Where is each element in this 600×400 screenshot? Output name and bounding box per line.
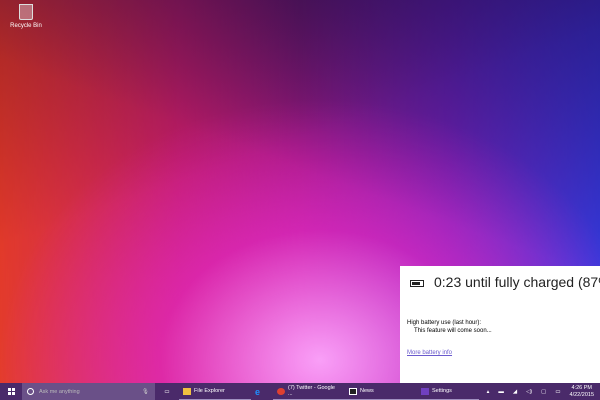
windows-icon	[7, 388, 15, 395]
system-tray: ▴ ▬ ◢ ◁) ▢ ▭ 4:26 PM 4/22/2015	[487, 385, 600, 399]
taskbar-app-file-explorer[interactable]: File Explorer	[179, 383, 251, 400]
recycle-bin[interactable]: Recycle Bin	[4, 4, 48, 29]
date: 4/22/2015	[569, 391, 594, 398]
recycle-bin-icon	[19, 4, 33, 20]
app-label: File Explorer	[194, 388, 225, 394]
high-use-label: High battery use (last hour):	[407, 320, 482, 326]
app-label: News	[360, 388, 374, 394]
show-hidden-icons-chevron-icon[interactable]: ▴	[487, 389, 490, 395]
chrome-icon	[277, 387, 285, 395]
battery-flyout: 0:23 until fully charged (87%) High batt…	[400, 266, 600, 383]
taskbar: Ask me anything 🎙 ▭ File Explorer e (7) …	[0, 383, 600, 400]
app-label: Settings	[432, 388, 452, 394]
microphone-icon[interactable]: 🎙	[142, 389, 149, 395]
start-button[interactable]	[0, 383, 22, 400]
battery-status: 0:23 until fully charged (87%)	[434, 274, 600, 290]
news-icon	[349, 387, 357, 395]
clock[interactable]: 4:26 PM 4/22/2015	[570, 385, 594, 399]
task-view-button[interactable]: ▭	[155, 389, 179, 395]
action-center-icon[interactable]: ▢	[541, 389, 546, 395]
time: 4:26 PM	[571, 384, 592, 391]
cortana-icon	[27, 388, 34, 395]
search-placeholder: Ask me anything	[39, 388, 80, 395]
keyboard-icon[interactable]: ▭	[555, 389, 560, 395]
folder-icon	[183, 387, 191, 395]
app-label: (7) Twitter - Google ...	[287, 385, 335, 397]
gear-icon	[421, 387, 429, 395]
taskbar-app-settings[interactable]: Settings	[417, 383, 479, 400]
high-use-message: This feature will come soon...	[414, 328, 492, 334]
battery-icon[interactable]: ▬	[498, 389, 504, 395]
taskbar-app-edge[interactable]: e	[251, 383, 273, 400]
taskbar-app-news[interactable]: News	[345, 383, 417, 400]
volume-icon[interactable]: ◁)	[526, 389, 532, 395]
search-box[interactable]: Ask me anything 🎙	[22, 383, 155, 400]
network-icon[interactable]: ◢	[513, 389, 517, 395]
battery-charging-icon	[410, 280, 424, 287]
taskbar-app-chrome[interactable]: (7) Twitter - Google ...	[273, 383, 345, 400]
recycle-bin-label: Recycle Bin	[10, 23, 42, 29]
more-battery-info-link[interactable]: More battery info	[407, 350, 452, 356]
browser-e-icon: e	[255, 386, 261, 397]
